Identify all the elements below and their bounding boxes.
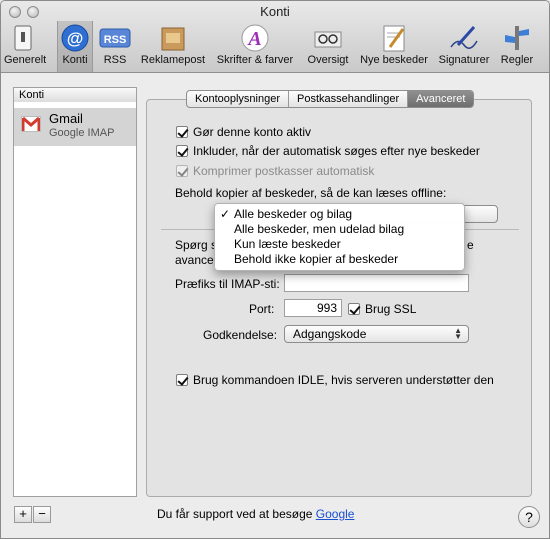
- toolbar: Konti Generelt @ Konti RSS RSS Reklamepo…: [1, 1, 549, 73]
- port-label: Port:: [249, 302, 275, 316]
- compose-icon: [378, 23, 410, 53]
- authentication-popup[interactable]: Adgangskode ▲ ▼: [284, 325, 469, 343]
- remove-account-button[interactable]: −: [33, 506, 51, 523]
- keep-copies-label: Behold kopier af beskeder, så de kan læs…: [175, 186, 447, 200]
- use-ssl-checkbox[interactable]: [348, 303, 360, 315]
- keep-copies-menu: ✓ Alle beskeder og bilag Alle beskeder, …: [214, 203, 465, 271]
- menu-item-read-only[interactable]: Kun læste beskeder: [215, 237, 464, 252]
- checkmark-icon: ✓: [220, 207, 231, 221]
- toolbar-item-nye-beskeder[interactable]: Nye beskeder: [357, 23, 431, 71]
- compact-mailboxes-label: Komprimer postkasser automatisk: [193, 164, 375, 178]
- toolbar-label: Skrifter & farver: [216, 54, 294, 66]
- idle-checkbox[interactable]: [176, 374, 188, 386]
- account-row-gmail[interactable]: Gmail Google IMAP: [14, 108, 136, 146]
- use-ssl-label: Brug SSL: [365, 302, 417, 316]
- toolbar-item-signaturer[interactable]: Signaturer: [434, 23, 494, 71]
- toolbar-label: Reklamepost: [140, 54, 206, 66]
- trash-bin-icon: [157, 23, 189, 53]
- tab-bar: Kontooplysninger Postkassehandlinger Ava…: [186, 90, 475, 108]
- gmail-icon: [21, 116, 41, 132]
- imap-prefix-field[interactable]: [284, 274, 469, 292]
- menu-item-omit-attachments[interactable]: Alle beskeder, men udelad bilag: [215, 222, 464, 237]
- support-link[interactable]: Google: [316, 507, 355, 521]
- support-label: Du får support ved at besøge: [157, 507, 313, 521]
- add-account-button[interactable]: +: [14, 506, 32, 523]
- support-text: Du får support ved at besøge Google: [157, 507, 354, 521]
- svg-text:@: @: [67, 29, 84, 48]
- tab-postkassehandlinger[interactable]: Postkassehandlinger: [289, 91, 409, 107]
- toolbar-item-regler[interactable]: Regler: [497, 23, 537, 71]
- enable-account-label: Gør denne konto aktiv: [193, 125, 312, 139]
- menu-item-label: Kun læste beskeder: [234, 237, 341, 251]
- toolbar-label: Signaturer: [438, 54, 490, 66]
- auth-prompt-text-1: Spørg s: [175, 238, 218, 252]
- account-type: Google IMAP: [49, 127, 115, 139]
- font-color-icon: A: [239, 23, 271, 53]
- window-title: Konti: [260, 4, 290, 19]
- imap-prefix-label: Præfiks til IMAP-sti:: [175, 277, 280, 291]
- enable-account-checkbox[interactable]: [176, 126, 188, 138]
- compact-mailboxes-checkbox: [176, 165, 188, 177]
- menu-item-label: Behold ikke kopier af beskeder: [234, 252, 399, 266]
- settings-panel: [146, 99, 532, 497]
- tab-kontooplysninger[interactable]: Kontooplysninger: [187, 91, 290, 107]
- menu-item-label: Alle beskeder og bilag: [234, 207, 353, 221]
- menu-item-dont-keep[interactable]: Behold ikke kopier af beskeder: [215, 252, 464, 267]
- signature-pen-icon: [448, 23, 480, 53]
- rss-icon: RSS: [99, 23, 131, 53]
- toolbar-label: Oversigt: [307, 54, 349, 66]
- accounts-list-header: Konti: [13, 87, 137, 103]
- include-auto-check-checkbox[interactable]: [176, 145, 188, 157]
- switch-icon: [7, 23, 39, 53]
- toolbar-item-konti[interactable]: @ Konti: [57, 21, 93, 72]
- at-icon: @: [59, 23, 91, 53]
- svg-text:A: A: [246, 28, 261, 50]
- glasses-icon: [312, 23, 344, 53]
- toolbar-item-oversigt[interactable]: Oversigt: [303, 23, 353, 71]
- preferences-window: Konti Generelt @ Konti RSS RSS Reklamepo…: [0, 0, 550, 539]
- menu-item-label: Alle beskeder, men udelad bilag: [234, 222, 405, 236]
- toolbar-label: Nye beskeder: [360, 54, 428, 66]
- toolbar-label: RSS: [103, 54, 127, 66]
- toolbar-item-reklamepost[interactable]: Reklamepost: [138, 23, 208, 71]
- toolbar-label: Konti: [62, 54, 88, 66]
- toolbar-item-generelt[interactable]: Generelt: [4, 23, 46, 71]
- auth-prompt-text-3: e: [467, 238, 474, 252]
- up-down-arrows-icon: ▲ ▼: [454, 326, 462, 341]
- rules-icon: [501, 23, 533, 53]
- toolbar-label: Regler: [500, 54, 534, 66]
- help-button[interactable]: ?: [518, 506, 540, 528]
- toolbar-item-rss[interactable]: RSS RSS: [97, 23, 133, 71]
- authentication-label: Godkendelse:: [203, 328, 278, 342]
- accounts-list: Gmail Google IMAP: [13, 102, 137, 497]
- authentication-value: Adgangskode: [293, 327, 367, 341]
- toolbar-item-skrifter-farver[interactable]: A Skrifter & farver: [212, 23, 298, 71]
- include-auto-check-label: Inkluder, når der automatisk søges efter…: [193, 144, 480, 158]
- idle-label: Brug kommandoen IDLE, hvis serveren unde…: [193, 373, 494, 387]
- toolbar-label: Generelt: [4, 54, 47, 66]
- svg-text:RSS: RSS: [104, 34, 127, 46]
- auth-prompt-text-2: avancer: [175, 253, 218, 267]
- tab-avanceret[interactable]: Avanceret: [408, 91, 474, 107]
- port-field[interactable]: 993: [284, 299, 342, 317]
- account-name: Gmail: [49, 111, 83, 126]
- menu-item-all-messages[interactable]: ✓ Alle beskeder og bilag: [215, 207, 464, 222]
